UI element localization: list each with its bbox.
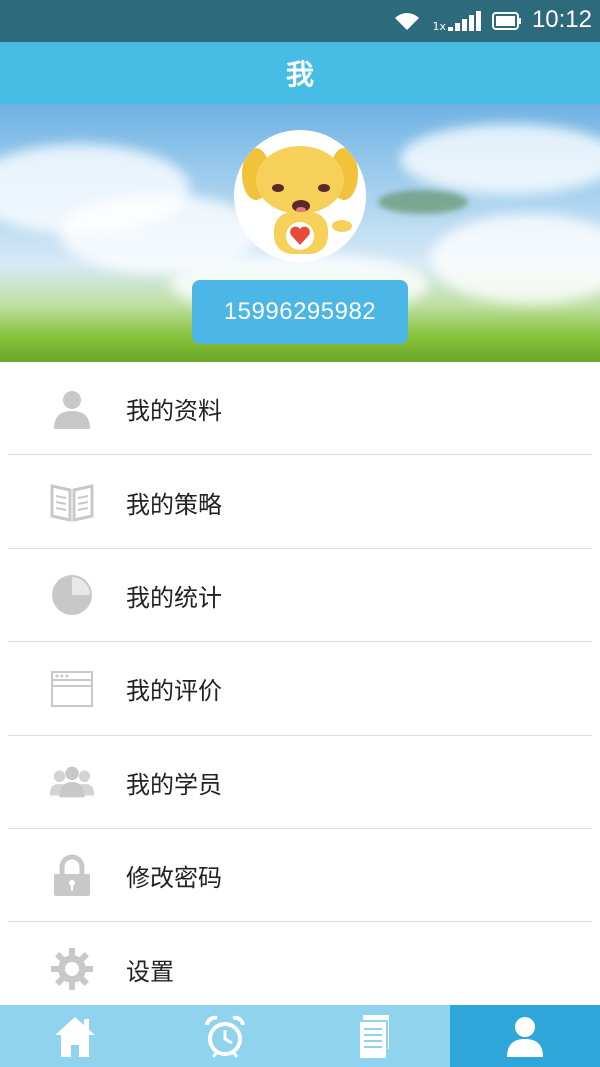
tab-home[interactable]	[0, 1005, 150, 1067]
document-icon	[358, 1015, 389, 1060]
menu-item-my-students[interactable]: 我的学员	[0, 736, 600, 830]
signal-icon	[448, 11, 481, 31]
phone-number-button[interactable]: 15996295982	[192, 280, 408, 344]
lock-icon	[48, 852, 96, 900]
puppy-avatar-icon	[234, 130, 366, 262]
bottom-tab-bar	[0, 1005, 600, 1067]
title-bar: 我	[0, 42, 600, 104]
menu-item-label: 我的评价	[126, 677, 222, 706]
menu-item-label: 我的学员	[126, 770, 222, 799]
sim-label: 1x	[432, 19, 446, 33]
menu-item-label: 我的资料	[126, 397, 222, 426]
status-bar: 1x 10:12	[0, 0, 600, 42]
tab-me[interactable]	[450, 1005, 600, 1067]
clock: 10:12	[531, 6, 592, 33]
battery-icon	[492, 12, 521, 30]
avatar[interactable]	[234, 130, 366, 262]
person-icon	[507, 1017, 543, 1057]
group-icon	[48, 758, 96, 806]
window-icon	[48, 665, 96, 713]
user-icon	[48, 385, 96, 433]
menu-item-my-statistics[interactable]: 我的统计	[0, 549, 600, 643]
home-icon	[55, 1017, 95, 1057]
status-icons: 1x	[392, 9, 522, 33]
menu-item-my-profile[interactable]: 我的资料	[0, 362, 600, 456]
book-icon	[48, 478, 96, 526]
profile-menu: 我的资料 我的策略 我的统计 我的评价 我的学员 修改密码 设置	[0, 362, 600, 1016]
tab-alarm[interactable]	[150, 1005, 300, 1067]
menu-item-label: 设置	[126, 957, 174, 986]
tab-documents[interactable]	[300, 1005, 450, 1067]
menu-item-label: 修改密码	[126, 864, 222, 893]
alarm-clock-icon	[205, 1015, 245, 1058]
menu-item-my-reviews[interactable]: 我的评价	[0, 642, 600, 736]
pie-chart-icon	[48, 571, 96, 619]
menu-item-my-strategy[interactable]: 我的策略	[0, 455, 600, 550]
menu-item-change-password[interactable]: 修改密码	[0, 829, 600, 923]
menu-item-settings[interactable]: 设置	[0, 922, 600, 1015]
menu-item-label: 我的策略	[126, 490, 222, 519]
menu-item-label: 我的统计	[126, 583, 222, 612]
gear-icon	[48, 945, 96, 993]
wifi-icon	[395, 13, 420, 30]
page-title: 我	[285, 58, 314, 91]
